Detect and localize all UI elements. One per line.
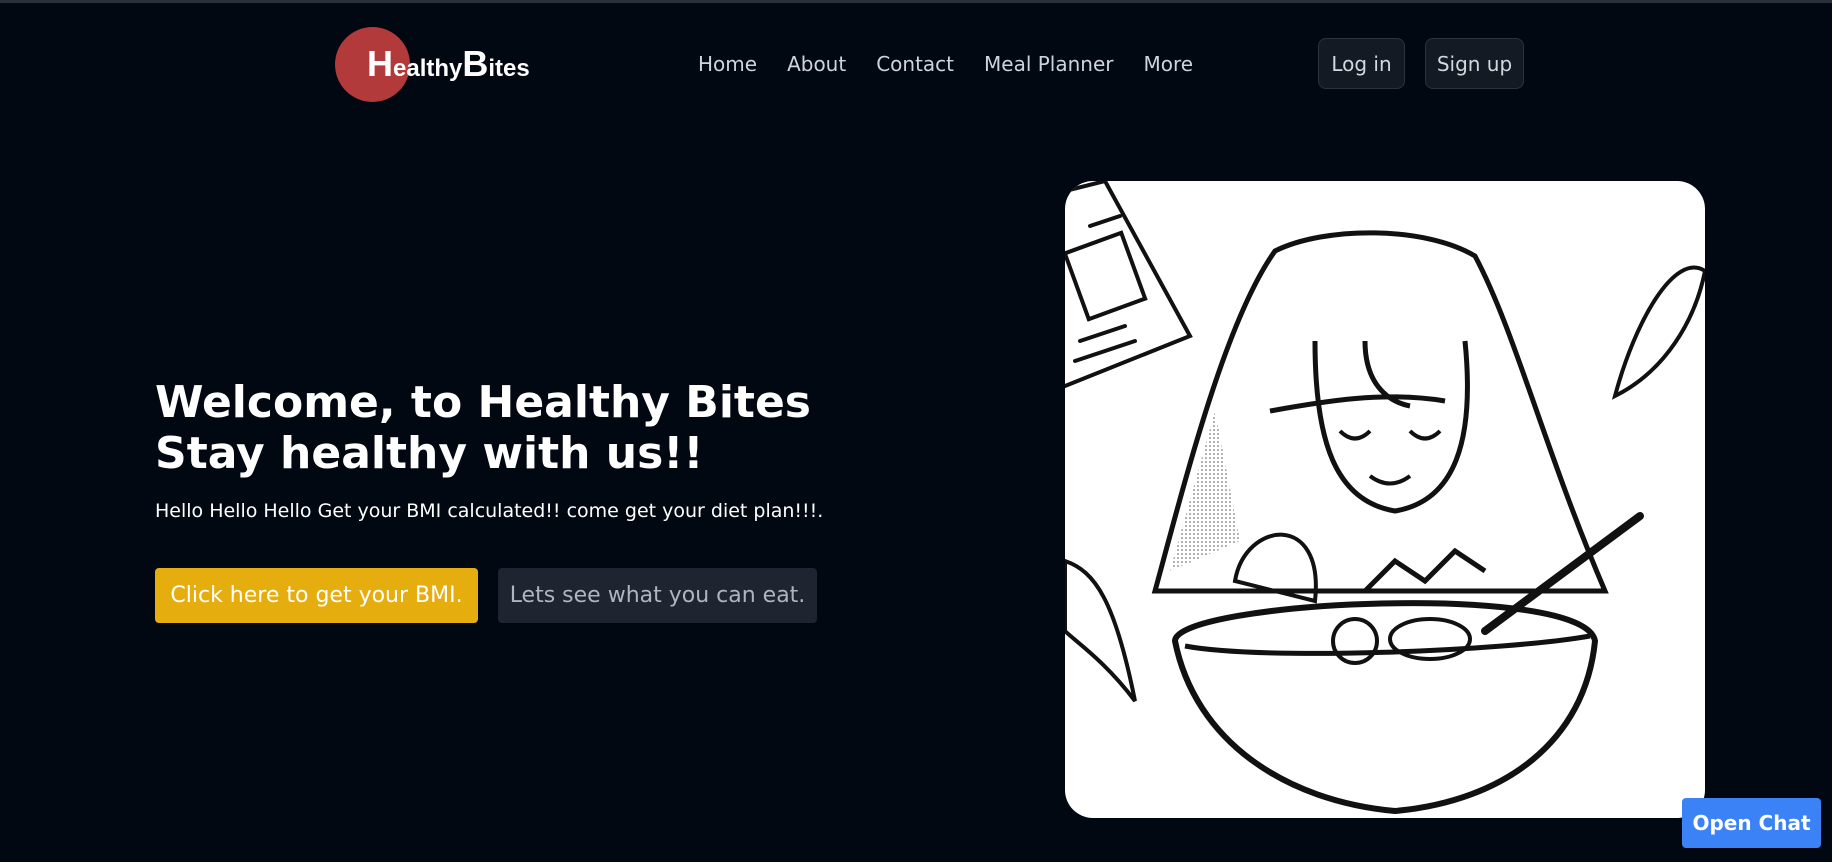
salad-bowl	[1171, 600, 1599, 815]
girl-with-salad-illustration	[1065, 181, 1705, 815]
open-chat-button[interactable]: Open Chat	[1682, 798, 1821, 848]
see-what-you-can-eat-button[interactable]: Lets see what you can eat.	[498, 568, 817, 623]
nav-more[interactable]: More	[1144, 52, 1194, 76]
logo-text: HealthyBites	[367, 43, 530, 85]
hero-title: Welcome, to Healthy Bites Stay healthy w…	[155, 377, 811, 479]
hero-title-line2: Stay healthy with us!!	[155, 428, 704, 479]
get-bmi-button[interactable]: Click here to get your BMI.	[155, 568, 478, 623]
login-button[interactable]: Log in	[1318, 38, 1405, 89]
hero-illustration	[1065, 181, 1705, 818]
recipe-card-icon	[1065, 181, 1193, 388]
hero-title-line1: Welcome, to Healthy Bites	[155, 377, 811, 428]
logo-text-ites: ites	[488, 55, 530, 82]
nav-meal-planner[interactable]: Meal Planner	[984, 52, 1113, 76]
hero-subtitle: Hello Hello Hello Get your BMI calculate…	[155, 500, 824, 522]
logo-letter-h: H	[367, 43, 393, 84]
brand-logo[interactable]: HealthyBites	[335, 27, 545, 102]
logo-text-ealthy: ealthy	[393, 55, 463, 82]
nav-home[interactable]: Home	[698, 52, 757, 76]
carrot	[1065, 558, 1137, 703]
nav-about[interactable]: About	[787, 52, 846, 76]
signup-button[interactable]: Sign up	[1425, 38, 1524, 89]
spinach-leaf	[1611, 265, 1705, 400]
logo-letter-b: B	[462, 43, 489, 84]
main-nav: Home About Contact Meal Planner More	[698, 52, 1193, 76]
nav-contact[interactable]: Contact	[876, 52, 954, 76]
window-top-border	[0, 0, 1832, 3]
